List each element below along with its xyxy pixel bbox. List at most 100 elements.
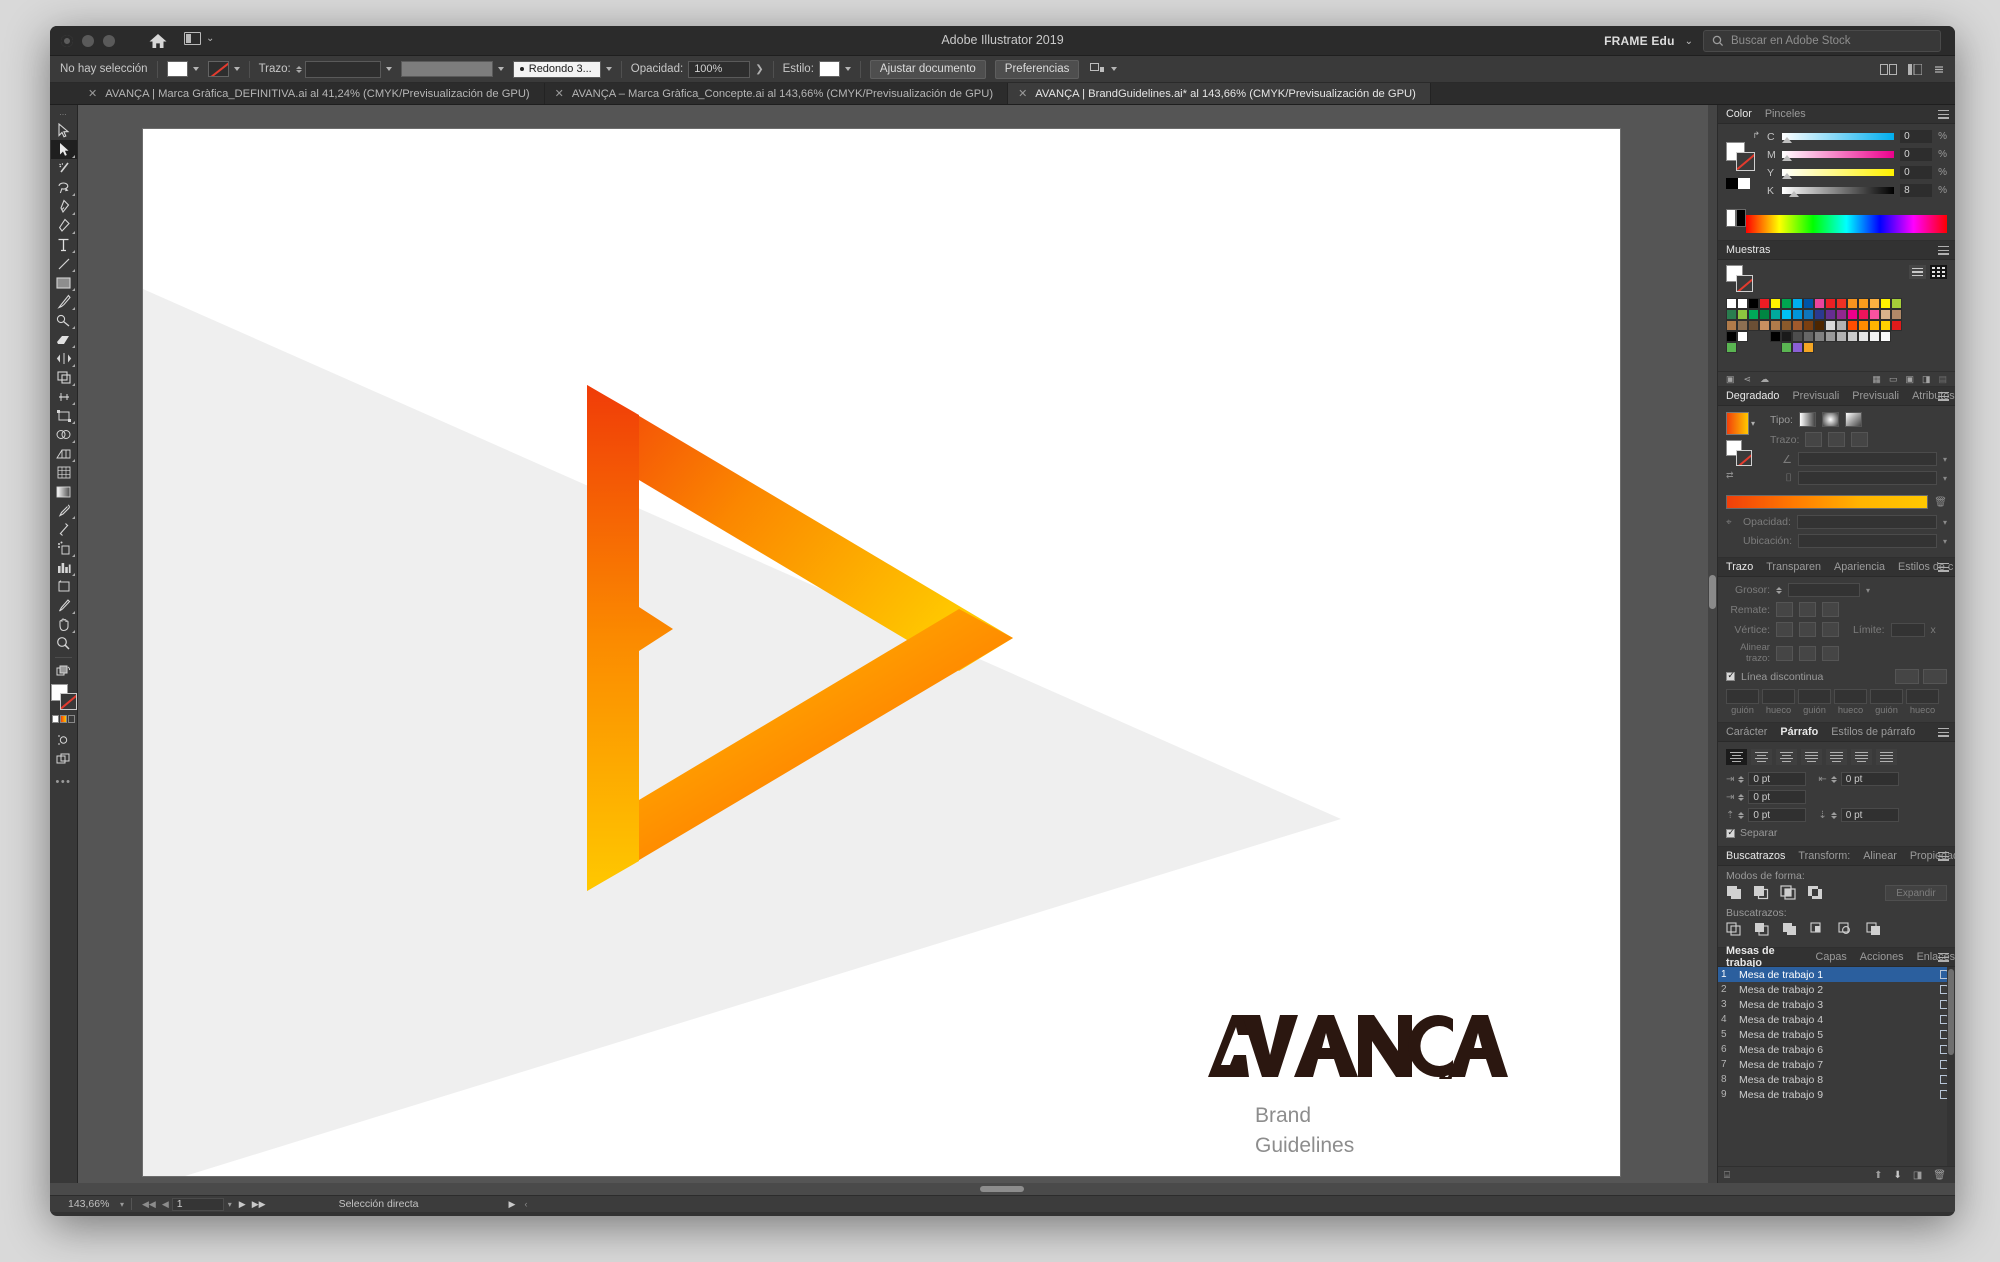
stroke-weight-field[interactable]: [1788, 583, 1860, 597]
linear-gradient-button[interactable]: [1798, 412, 1816, 427]
space-before-field[interactable]: 0 pt: [1748, 808, 1807, 822]
reverse-gradient-icon[interactable]: ⇄: [1726, 470, 1762, 481]
tool-direct-selection[interactable]: [50, 140, 77, 159]
swatch[interactable]: [1836, 298, 1847, 309]
artboard-name[interactable]: Mesa de trabajo 2: [1739, 984, 1939, 996]
variable-width-profile[interactable]: [400, 61, 493, 77]
swatch[interactable]: [1869, 309, 1880, 320]
graphic-style-swatch[interactable]: [818, 61, 840, 77]
swatch[interactable]: [1825, 331, 1836, 342]
swatch-options-icon[interactable]: ▭: [1889, 374, 1898, 385]
tab-paragraph-styles[interactable]: Estilos de párrafo: [1831, 726, 1915, 738]
tab-gradient[interactable]: Degradado: [1726, 390, 1779, 402]
shape-modes-row[interactable]: Expandir: [1726, 885, 1947, 901]
artboard-name[interactable]: Mesa de trabajo 4: [1739, 1014, 1939, 1026]
swatch[interactable]: [1869, 331, 1880, 342]
artboard-list-item[interactable]: 3 Mesa de trabajo 3: [1718, 997, 1955, 1012]
status-flyout-icon[interactable]: ▶: [509, 1199, 516, 1210]
artboards-list-wrap[interactable]: 1 Mesa de trabajo 1 2 Mesa de trabajo 2 3 Mes…: [1718, 967, 1955, 1166]
swatch[interactable]: [1891, 298, 1902, 309]
chevron-down-icon[interactable]: ▾: [1943, 474, 1947, 483]
fill-stroke-indicator[interactable]: [50, 684, 77, 711]
swatch[interactable]: [1869, 298, 1880, 309]
fit-document-button[interactable]: Ajustar documento: [869, 59, 986, 79]
tool-zoom[interactable]: [51, 634, 77, 653]
color-quick-swatches[interactable]: [1726, 178, 1760, 189]
tool-pen[interactable]: [51, 197, 77, 216]
round-join-button[interactable]: [1799, 622, 1816, 637]
stroke-along-button[interactable]: [1828, 432, 1846, 447]
delete-swatch-icon[interactable]: ▤: [1938, 374, 1947, 385]
artboard-list-item[interactable]: 4 Mesa de trabajo 4: [1718, 1012, 1955, 1027]
color-fill-stroke-group[interactable]: ↱: [1726, 130, 1760, 202]
show-swatch-kinds-icon[interactable]: ▦: [1872, 374, 1881, 385]
tab-paragraph[interactable]: Párrafo: [1780, 726, 1818, 738]
align-right-button[interactable]: [1776, 749, 1797, 765]
hyphenate-row[interactable]: Separar: [1726, 827, 1947, 839]
dash-field[interactable]: [1726, 689, 1759, 704]
yellow-value[interactable]: 0: [1900, 166, 1933, 179]
swatch[interactable]: [1880, 331, 1891, 342]
tool-screen-mode[interactable]: [51, 749, 77, 768]
first-line-indent-field[interactable]: 0 pt: [1748, 790, 1807, 804]
cmyk-row-c[interactable]: C 0 %: [1767, 130, 1947, 143]
color-mode-buttons[interactable]: [52, 715, 75, 723]
chevron-down-icon[interactable]: ▾: [1866, 586, 1870, 595]
artboard-list-item[interactable]: 5 Mesa de trabajo 5: [1718, 1027, 1955, 1042]
swatch-grid[interactable]: [1737, 298, 1909, 364]
swap-fill-stroke-icon[interactable]: ↱: [1726, 130, 1760, 141]
tab-stroke[interactable]: Trazo: [1726, 561, 1753, 573]
panel-menu-icon[interactable]: [1938, 728, 1949, 739]
right-indent-field[interactable]: 0 pt: [1840, 772, 1899, 786]
chevron-down-icon[interactable]: [233, 67, 240, 71]
swatch[interactable]: [1792, 320, 1803, 331]
swatch[interactable]: [1792, 331, 1803, 342]
chevron-down-icon[interactable]: ▾: [1943, 455, 1947, 464]
gradient-aspect-field[interactable]: [1798, 471, 1937, 485]
move-down-icon[interactable]: ⬇: [1893, 1170, 1901, 1181]
dashed-line-row[interactable]: Línea discontinua: [1726, 669, 1947, 684]
freeform-gradient-button[interactable]: [1844, 412, 1862, 427]
swatch[interactable]: [1814, 298, 1825, 309]
artboard-number-field[interactable]: 1: [171, 1197, 224, 1211]
pathfinder-panel-tabs[interactable]: Buscatrazos Transform: Alinear Propiedad…: [1718, 847, 1955, 866]
gradient-panel-tabs[interactable]: Degradado Previsuali Previsuali Atributo…: [1718, 387, 1955, 406]
stroke-swatch[interactable]: [1736, 152, 1755, 171]
tab-artboards[interactable]: Mesas de trabajo: [1726, 945, 1803, 969]
move-up-icon[interactable]: ⬆: [1874, 1170, 1882, 1181]
new-artboard-icon[interactable]: ◨: [1913, 1170, 1922, 1181]
expand-button[interactable]: Expandir: [1885, 885, 1947, 901]
swatch[interactable]: [1737, 309, 1748, 320]
close-icon[interactable]: ✕: [1018, 87, 1027, 100]
swatch[interactable]: [1759, 320, 1770, 331]
swatch[interactable]: [1737, 331, 1748, 342]
gradient-slider[interactable]: [1726, 495, 1929, 509]
swatch-registration-column[interactable]: [1726, 298, 1737, 364]
tool-hand[interactable]: [51, 615, 77, 634]
swatch[interactable]: [1858, 320, 1869, 331]
artboard-name[interactable]: Mesa de trabajo 1: [1739, 969, 1939, 981]
stroke-weight-stepper[interactable]: [1776, 586, 1782, 594]
swatch[interactable]: [1726, 331, 1737, 342]
chevron-down-icon[interactable]: ▾: [1943, 537, 1947, 546]
status-resize-icon[interactable]: ‹: [524, 1199, 527, 1209]
align-stroke-inside-button[interactable]: [1799, 645, 1816, 661]
tab-links[interactable]: Enlaces: [1917, 951, 1955, 963]
chevron-down-icon[interactable]: [497, 67, 504, 71]
panel-menu-icon[interactable]: [1938, 110, 1949, 121]
gradient-location-field[interactable]: [1798, 534, 1937, 548]
close-icon[interactable]: ✕: [88, 87, 97, 100]
dashed-line-checkbox[interactable]: [1726, 670, 1735, 681]
zoom-level[interactable]: 143,66%: [68, 1198, 120, 1210]
scrollbar-thumb[interactable]: [980, 1186, 1024, 1192]
preferences-button[interactable]: Preferencias: [994, 59, 1080, 79]
stepper[interactable]: [1830, 775, 1837, 783]
dash-fields-row[interactable]: [1726, 689, 1947, 704]
chevron-down-icon[interactable]: ▾: [224, 1200, 236, 1209]
miter-join-button[interactable]: [1776, 622, 1793, 637]
artboard-name[interactable]: Mesa de trabajo 5: [1739, 1029, 1939, 1041]
canvas-vertical-scrollbar[interactable]: [1708, 105, 1717, 1183]
swatch[interactable]: [1858, 331, 1869, 342]
gap-field[interactable]: [1762, 689, 1795, 704]
tab-actions[interactable]: Acciones: [1860, 951, 1904, 963]
